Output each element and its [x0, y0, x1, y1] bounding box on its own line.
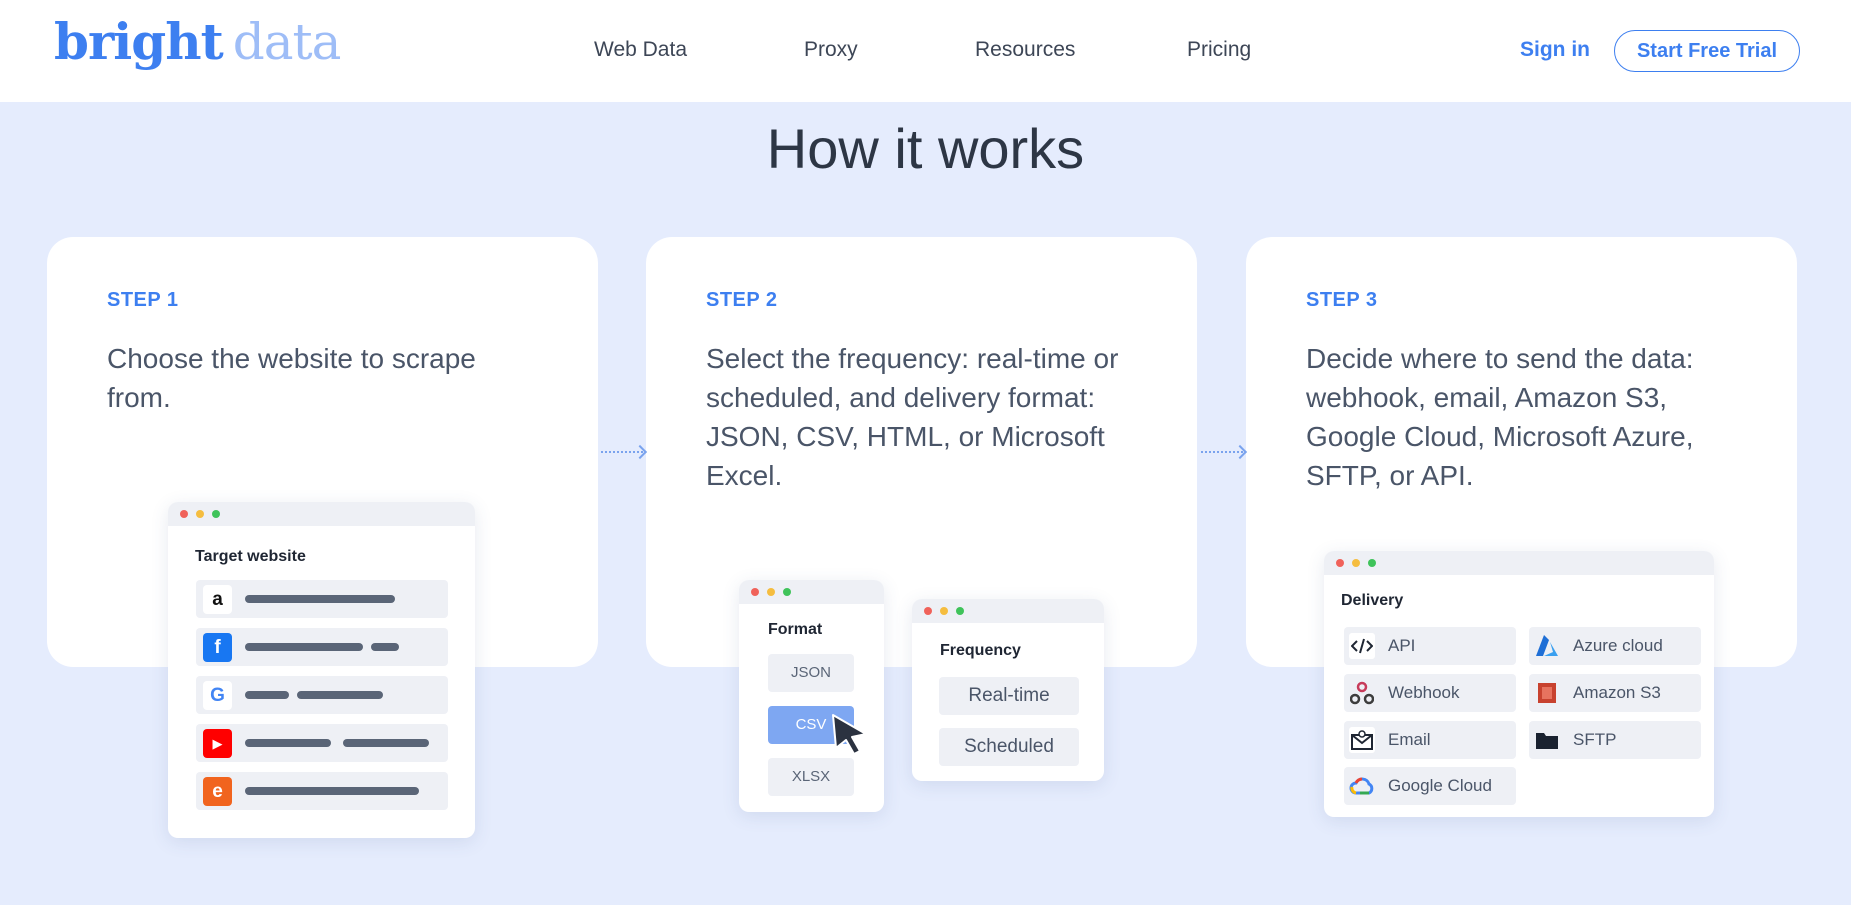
code-icon	[1349, 633, 1375, 659]
s3-icon	[1534, 680, 1560, 706]
delivery-label: Azure cloud	[1573, 636, 1663, 655]
sign-in-link[interactable]: Sign in	[1520, 38, 1590, 62]
minimize-dot	[940, 607, 948, 615]
delivery-label: Webhook	[1388, 683, 1460, 702]
placeholder-bar	[297, 691, 383, 699]
site-row-google[interactable]: G	[196, 676, 448, 714]
step-3-label: STEP 3	[1306, 289, 1378, 311]
delivery-option-sftp[interactable]: SFTP	[1529, 721, 1701, 759]
frequency-option-real-time[interactable]: Real-time	[939, 677, 1079, 715]
facebook-icon: f	[203, 633, 232, 662]
delivery-label: Email	[1388, 730, 1431, 749]
placeholder-bar	[371, 643, 399, 651]
folder-icon	[1534, 727, 1560, 753]
mouse-cursor-icon	[832, 714, 867, 755]
format-option-xlsx[interactable]: XLSX	[768, 758, 854, 796]
site-header: bright data Web Data Proxy Resources Pric…	[0, 0, 1851, 102]
maximize-dot	[1368, 559, 1376, 567]
nav-resources[interactable]: Resources	[975, 38, 1075, 62]
email-icon	[1349, 727, 1375, 753]
amazon-icon: a	[203, 585, 232, 614]
page-title: How it works	[766, 117, 1085, 180]
google-icon: G	[203, 681, 232, 710]
delivery-label: API	[1388, 636, 1416, 655]
youtube-icon: ▶	[203, 729, 232, 758]
bright-data-logo[interactable]: bright data	[54, 12, 342, 71]
close-dot	[180, 510, 188, 518]
delivery-window: Delivery API Azure cloud Webhook Amazon …	[1324, 551, 1714, 817]
target-website-title: Target website	[195, 548, 306, 565]
minimize-dot	[767, 588, 775, 596]
delivery-label: SFTP	[1573, 730, 1617, 749]
frequency-window: Frequency Real-time Scheduled	[912, 599, 1104, 781]
azure-icon	[1534, 633, 1560, 659]
step-1-text: Choose the website to scrape from.	[107, 343, 476, 413]
delivery-option-azure[interactable]: Azure cloud	[1529, 627, 1701, 665]
step-connector-arrow	[601, 451, 643, 453]
format-window: Format JSON CSV XLSX	[739, 580, 884, 812]
delivery-option-api[interactable]: API	[1344, 627, 1516, 665]
etsy-icon: e	[203, 777, 232, 806]
placeholder-bar	[245, 787, 419, 795]
delivery-option-google-cloud[interactable]: Google Cloud	[1344, 767, 1516, 805]
frequency-title: Frequency	[940, 642, 1021, 659]
format-option-json[interactable]: JSON	[768, 654, 854, 692]
nav-proxy[interactable]: Proxy	[804, 38, 858, 62]
webhook-icon	[1349, 680, 1375, 706]
window-title-bar	[739, 580, 884, 604]
window-title-bar	[168, 502, 475, 526]
step-3-text: Decide where to send the data: webhook, …	[1306, 343, 1694, 491]
site-row-facebook[interactable]: f	[196, 628, 448, 666]
placeholder-bar	[245, 595, 395, 603]
step-2-label: STEP 2	[706, 289, 778, 311]
logo-word-bright: bright	[54, 12, 224, 71]
site-row-youtube[interactable]: ▶	[196, 724, 448, 762]
step-1-label: STEP 1	[107, 289, 179, 311]
delivery-option-webhook[interactable]: Webhook	[1344, 674, 1516, 712]
delivery-label: Amazon S3	[1573, 683, 1661, 702]
site-row-amazon[interactable]: a	[196, 580, 448, 618]
target-website-window: Target website a f G ▶ e	[168, 502, 475, 838]
placeholder-bar	[245, 643, 363, 651]
maximize-dot	[783, 588, 791, 596]
delivery-option-email[interactable]: Email	[1344, 721, 1516, 759]
delivery-option-amazon-s3[interactable]: Amazon S3	[1529, 674, 1701, 712]
placeholder-bar	[245, 739, 331, 747]
window-title-bar	[1324, 551, 1714, 575]
maximize-dot	[212, 510, 220, 518]
close-dot	[751, 588, 759, 596]
google-cloud-icon	[1349, 773, 1375, 799]
frequency-option-scheduled[interactable]: Scheduled	[939, 728, 1079, 766]
placeholder-bar	[245, 691, 289, 699]
close-dot	[924, 607, 932, 615]
logo-word-data: data	[232, 13, 342, 71]
delivery-title: Delivery	[1341, 592, 1404, 609]
minimize-dot	[196, 510, 204, 518]
window-title-bar	[912, 599, 1104, 623]
site-row-etsy[interactable]: e	[196, 772, 448, 810]
delivery-label: Google Cloud	[1388, 776, 1492, 795]
close-dot	[1336, 559, 1344, 567]
nav-pricing[interactable]: Pricing	[1187, 38, 1251, 62]
maximize-dot	[956, 607, 964, 615]
step-2-text: Select the frequency: real-time or sched…	[706, 343, 1119, 491]
start-free-trial-button[interactable]: Start Free Trial	[1614, 30, 1800, 72]
minimize-dot	[1352, 559, 1360, 567]
placeholder-bar	[343, 739, 429, 747]
step-connector-arrow	[1201, 451, 1243, 453]
nav-web-data[interactable]: Web Data	[594, 38, 687, 62]
format-title: Format	[768, 621, 823, 638]
